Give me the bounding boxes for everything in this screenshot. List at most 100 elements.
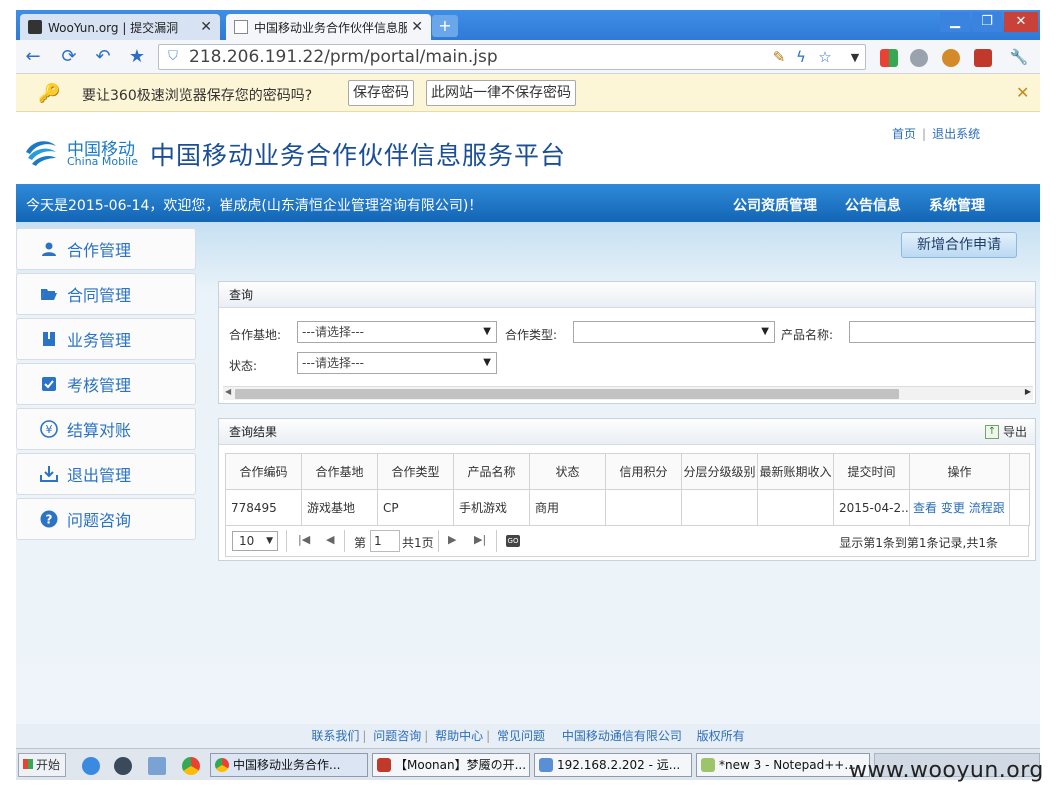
star-icon[interactable]: ★ xyxy=(124,44,150,70)
taskbar-task-notepad[interactable]: *new 3 - Notepad++... xyxy=(696,753,870,777)
first-page-icon[interactable]: |◀ xyxy=(298,533,310,546)
menu-announcements[interactable]: 公告信息 xyxy=(845,195,901,215)
next-page-icon[interactable]: ▶ xyxy=(448,533,456,546)
results-table: 合作编码 合作基地 合作类型 产品名称 状态 信用积分 分层分级级别 最新账期收… xyxy=(225,453,1030,526)
view-link[interactable]: 查看 xyxy=(913,501,937,515)
taskbar-task-moonan[interactable]: 【Moonan】梦魇の开... xyxy=(372,753,530,777)
maximize-icon[interactable]: ❐ xyxy=(972,12,1002,32)
scroll-left-icon[interactable]: ◀ xyxy=(225,387,231,396)
menu-system-management[interactable]: 系统管理 xyxy=(929,195,985,215)
key-icon: 🔑 xyxy=(38,83,61,104)
sidebar-item-business[interactable]: 业务管理 xyxy=(16,318,196,360)
logout-link[interactable]: 退出系统 xyxy=(932,127,980,141)
column-header[interactable]: 操作 xyxy=(909,453,1010,490)
separator: | xyxy=(424,729,429,743)
footer-link-consult[interactable]: 问题咨询 xyxy=(373,729,421,743)
minimize-icon[interactable]: ▁ xyxy=(940,12,970,32)
scrollbar-thumb[interactable] xyxy=(235,389,899,399)
home-link[interactable]: 首页 xyxy=(892,127,916,141)
save-password-button[interactable]: 保存密码 xyxy=(348,80,414,106)
pagination-bar: 10 ▼ |◀ ◀ 第 1 共1页 ▶ ▶| GO 显示第1条到第1条记录,共1条 xyxy=(225,525,1029,557)
column-header[interactable]: 最新账期收入 xyxy=(757,453,834,490)
steam-icon[interactable] xyxy=(114,757,132,775)
sidebar-item-settlement[interactable]: ¥ 结算对账 xyxy=(16,408,196,450)
type-select[interactable]: ▼ xyxy=(573,321,775,343)
extension-icon[interactable] xyxy=(974,49,992,67)
cell-time: 2015-04-2... xyxy=(833,489,910,526)
explorer-icon[interactable] xyxy=(148,757,166,775)
footer-company: 中国移动通信有限公司 xyxy=(561,729,682,743)
last-page-icon[interactable]: ▶| xyxy=(474,533,486,546)
product-input[interactable] xyxy=(849,321,1035,343)
dropdown-arrow-icon: ▼ xyxy=(483,326,491,337)
cell-code: 778495 xyxy=(225,489,302,526)
close-icon[interactable]: ✕ xyxy=(1016,83,1029,102)
tab-wooyun[interactable]: WooYun.org | 提交漏洞 ✕ xyxy=(20,14,220,40)
scroll-right-icon[interactable]: ▶ xyxy=(1025,387,1031,396)
password-prompt: 要让360极速浏览器保存您的密码吗? xyxy=(82,88,313,104)
undo-icon[interactable]: ↶ xyxy=(90,44,116,70)
top-links: 首页 | 退出系统 xyxy=(892,125,980,142)
column-header[interactable]: 提交时间 xyxy=(833,453,910,490)
tab-label: 中国移动业务合作伙伴信息服 xyxy=(254,20,408,35)
column-header[interactable]: 合作编码 xyxy=(225,453,302,490)
menu-company-qualification[interactable]: 公司资质管理 xyxy=(733,195,817,215)
page-prefix: 第 xyxy=(354,536,367,550)
column-header[interactable]: 分层分级级别 xyxy=(681,453,758,490)
sidebar-item-cooperation[interactable]: 合作管理 xyxy=(16,228,196,270)
column-header[interactable]: 合作类型 xyxy=(377,453,454,490)
bookmark-star-icon[interactable]: ☆ xyxy=(812,44,838,70)
status-select[interactable]: ---请选择--- ▼ xyxy=(297,352,497,374)
close-icon[interactable]: ✕ xyxy=(411,19,423,35)
add-cooperation-request-button[interactable]: 新增合作申请 xyxy=(901,232,1017,258)
column-header[interactable]: 产品名称 xyxy=(453,453,530,490)
task-label: *new 3 - Notepad++... xyxy=(719,758,856,772)
taskbar-task-remote[interactable]: 192.168.2.202 - 远... xyxy=(534,753,692,777)
start-button[interactable]: 开始 xyxy=(18,753,66,777)
tab-label: WooYun.org | 提交漏洞 xyxy=(48,20,179,35)
export-button[interactable]: ↑ 导出 xyxy=(984,423,1027,440)
chevron-down-icon[interactable]: ▼ xyxy=(842,45,868,71)
sidebar-item-consult[interactable]: ? 问题咨询 xyxy=(16,498,196,540)
refresh-icon[interactable]: ⟳ xyxy=(56,44,82,70)
watermark: www.wooyun.org xyxy=(849,758,1044,783)
wrench-icon[interactable]: 🔧 xyxy=(1006,44,1032,70)
tab-china-mobile[interactable]: 中国移动业务合作伙伴信息服 ✕ xyxy=(226,14,431,40)
logo-text-en: China Mobile xyxy=(67,155,139,168)
page-number-input[interactable]: 1 xyxy=(370,530,400,552)
column-header[interactable]: 合作基地 xyxy=(301,453,378,490)
sidebar-item-assessment[interactable]: 考核管理 xyxy=(16,363,196,405)
lightning-icon[interactable]: ϟ xyxy=(788,44,814,70)
apps-icon[interactable] xyxy=(880,49,898,67)
remote-desktop-icon xyxy=(539,758,553,772)
globe-icon[interactable] xyxy=(910,49,928,67)
base-select[interactable]: ---请选择--- ▼ xyxy=(297,321,497,343)
back-icon[interactable]: ← xyxy=(20,44,46,70)
close-icon[interactable]: ✕ xyxy=(200,19,212,35)
sidebar-item-contract[interactable]: 合同管理 xyxy=(16,273,196,315)
cookie-icon[interactable] xyxy=(942,49,960,67)
page-size-select[interactable]: 10 ▼ xyxy=(232,531,278,551)
never-save-button[interactable]: 此网站一律不保存密码 xyxy=(426,80,576,106)
go-button[interactable]: GO xyxy=(506,535,520,547)
footer-link-help[interactable]: 帮助中心 xyxy=(435,729,483,743)
taskbar-task-browser[interactable]: 中国移动业务合作... xyxy=(210,753,368,777)
prev-page-icon[interactable]: ◀ xyxy=(326,533,334,546)
track-link[interactable]: 流程跟 xyxy=(969,501,1005,515)
window-close-icon[interactable]: ✕ xyxy=(1004,12,1038,32)
separator: | xyxy=(486,729,491,743)
change-link[interactable]: 变更 xyxy=(941,501,965,515)
new-tab-button[interactable]: + xyxy=(432,15,458,37)
horizontal-scrollbar[interactable]: ◀ ▶ xyxy=(223,386,1033,400)
chrome-icon[interactable] xyxy=(182,757,200,775)
export-label: 导出 xyxy=(1002,425,1027,439)
address-bar[interactable]: ⛉ 218.206.191.22/prm/portal/main.jsp xyxy=(158,44,866,70)
sidebar-item-exit[interactable]: 退出管理 xyxy=(16,453,196,495)
footer-link-faq[interactable]: 常见问题 xyxy=(497,729,545,743)
column-header[interactable]: 信用积分 xyxy=(605,453,682,490)
column-header[interactable]: 状态 xyxy=(529,453,606,490)
footer-link-contact[interactable]: 联系我们 xyxy=(311,729,359,743)
dropdown-arrow-icon: ▼ xyxy=(761,326,769,337)
product-label: 产品名称: xyxy=(781,328,834,342)
ie-icon[interactable] xyxy=(82,757,100,775)
